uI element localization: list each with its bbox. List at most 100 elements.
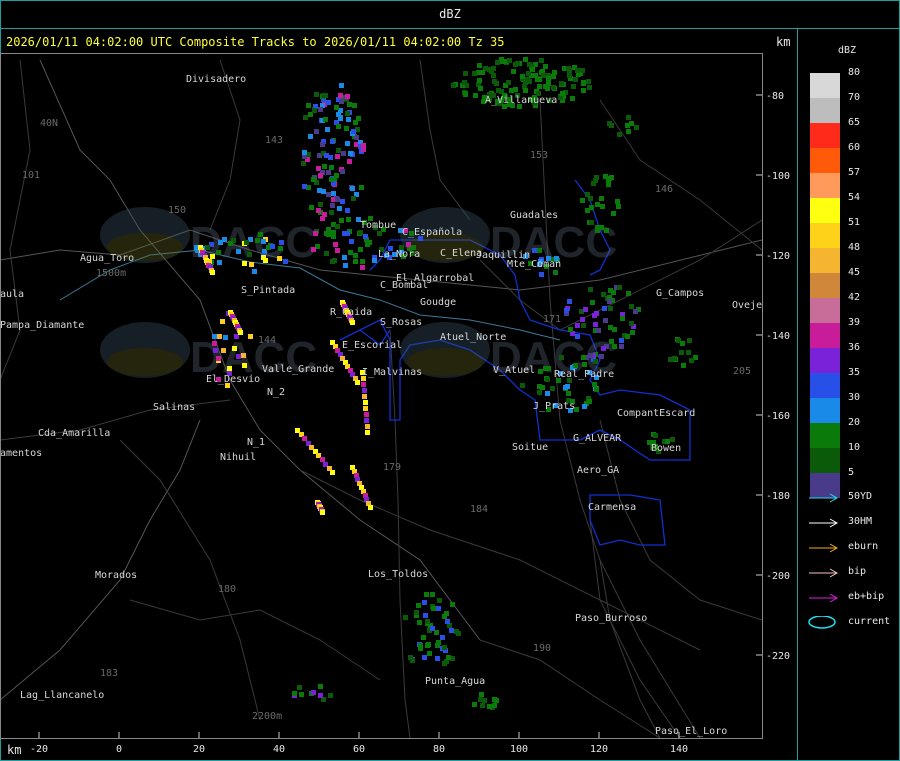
legend-swatch-65	[810, 123, 840, 148]
radar-echo	[595, 202, 600, 207]
radar-echo	[625, 123, 630, 128]
radar-echo	[619, 338, 624, 343]
radar-echo	[353, 259, 358, 264]
track-label: 50YD	[848, 491, 873, 502]
radar-echo	[318, 173, 323, 178]
track-label: bip	[848, 566, 867, 577]
radar-echo	[347, 102, 352, 107]
radar-echo	[592, 382, 597, 387]
radar-echo	[567, 73, 572, 78]
storm-track-cell	[362, 388, 367, 393]
radar-echo	[580, 198, 585, 203]
radar-echo	[427, 651, 432, 656]
radar-echo	[311, 690, 316, 695]
legend-value: 60	[848, 142, 861, 153]
terrain-line	[119, 439, 261, 721]
radar-echo	[344, 126, 349, 131]
track-label: eb+bip	[848, 591, 885, 602]
radar-echo	[653, 433, 658, 438]
place-label-a-villanueva: A_Villanueva	[485, 95, 557, 106]
terrain-line	[129, 599, 381, 681]
radar-echo	[421, 635, 426, 640]
radar-echo	[599, 354, 604, 359]
radar-echo	[255, 238, 260, 243]
legend-title: dBZ	[838, 45, 857, 56]
radar-echo	[686, 350, 691, 355]
radar-echo	[213, 348, 218, 353]
x-axis-unit: km	[7, 743, 22, 757]
x-tick-label: 60	[353, 744, 365, 755]
radar-echo	[589, 220, 594, 225]
radar-echo	[633, 309, 638, 314]
route-number: 190	[533, 643, 551, 654]
radar-echo	[607, 299, 612, 304]
place-label-guadales: Guadales	[510, 210, 558, 221]
radar-echo	[478, 86, 483, 91]
radar-echo	[626, 129, 631, 134]
place-label-bowen: Bowen	[651, 443, 681, 454]
track-legend-eb-bip: eb+bip	[808, 591, 898, 605]
y-axis-unit: km	[776, 35, 791, 49]
radar-echo	[602, 306, 607, 311]
radar-echo	[586, 79, 591, 84]
storm-track-cell	[364, 412, 369, 417]
place-label-v-atuel: V_Atuel	[493, 365, 535, 376]
place-label-s-pintada: S_Pintada	[241, 285, 295, 296]
radar-echo	[537, 84, 542, 89]
radar-echo	[302, 150, 307, 155]
x-tick-label: 40	[273, 744, 285, 755]
radar-echo	[450, 602, 455, 607]
radar-echo	[326, 192, 331, 197]
radar-echo	[580, 317, 585, 322]
map-annotation: 2200m	[252, 711, 282, 722]
place-label-atuel-norte: Atuel_Norte	[440, 332, 506, 343]
radar-echo	[523, 88, 528, 93]
radar-echo	[252, 269, 257, 274]
radar-echo	[283, 259, 288, 264]
track-legend-50yd: 50YD	[808, 491, 898, 505]
x-tick-label: 20	[193, 744, 205, 755]
radar-echo	[543, 64, 548, 69]
radar-echo	[311, 177, 316, 182]
radar-echo	[543, 366, 548, 371]
radar-echo	[435, 656, 440, 661]
radar-echo	[326, 227, 331, 232]
legend-swatch-35	[810, 373, 840, 398]
radar-echo	[565, 384, 570, 389]
radar-echo	[506, 80, 511, 85]
radar-echo	[585, 192, 590, 197]
radar-echo	[599, 225, 604, 230]
radar-echo	[377, 231, 382, 236]
y-tick-label: -160	[766, 411, 790, 422]
radar-echo	[221, 348, 226, 353]
radar-echo	[338, 116, 343, 121]
place-label-aero-ga: Aero_GA	[577, 465, 619, 476]
storm-track-cell	[368, 505, 373, 510]
place-label-n-2: N_2	[267, 387, 285, 398]
radar-map[interactable]: DACC DACCDACC DACCDivisaderoA_VillanuevaGu…	[0, 0, 797, 761]
radar-echo	[241, 353, 246, 358]
y-tick-label: -180	[766, 491, 790, 502]
radar-echo	[601, 346, 606, 351]
radar-echo	[564, 308, 569, 313]
place-label-punta-agua: Punta_Agua	[425, 676, 485, 687]
radar-echo	[573, 77, 578, 82]
radar-echo	[611, 290, 616, 295]
storm-track-cell	[363, 406, 368, 411]
route-number: 184	[470, 504, 488, 515]
radar-echo	[537, 390, 542, 395]
radar-echo	[629, 321, 634, 326]
radar-echo	[311, 247, 316, 252]
radar-echo	[435, 643, 440, 648]
radar-echo	[537, 77, 542, 82]
place-label-morados: Morados	[95, 570, 137, 581]
radar-echo	[353, 253, 358, 258]
radar-echo	[247, 252, 252, 257]
radar-echo	[322, 212, 327, 217]
place-label-paso-el-loro: Paso_El_Loro	[655, 726, 727, 737]
x-tick-label: 80	[433, 744, 445, 755]
radar-echo	[543, 84, 548, 89]
radar-echo	[616, 204, 621, 209]
radar-echo	[223, 335, 228, 340]
radar-echo	[546, 76, 551, 81]
